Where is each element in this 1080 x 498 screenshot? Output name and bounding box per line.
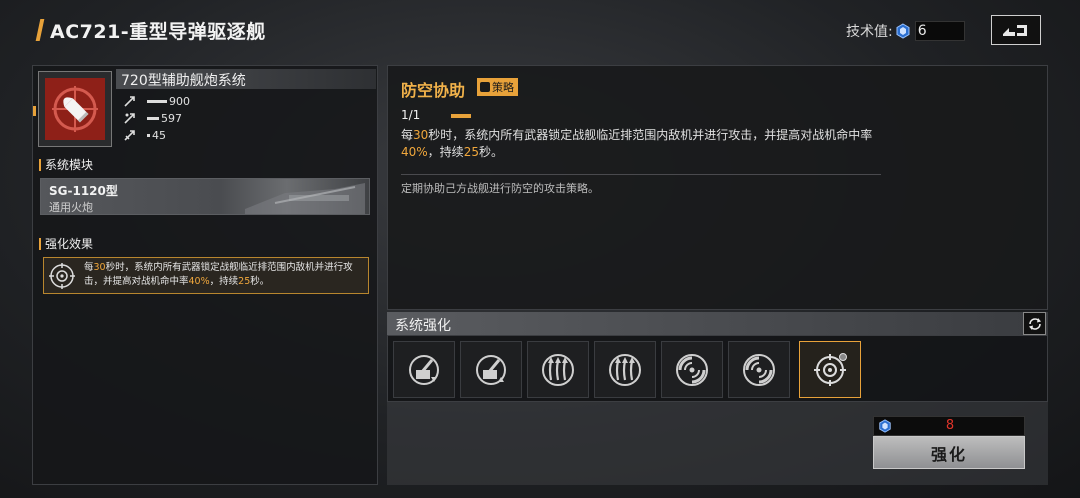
triple-arrow-icon: [542, 353, 574, 386]
target-reticle-icon: [814, 352, 847, 386]
effects-heading: 强化效果: [39, 235, 93, 252]
effect-description: 每30秒时，系统内所有武器锁定战舰临近排范围内敌机并进行攻击，并提高对战机命中率…: [84, 261, 366, 289]
upgrade-button-label: 强化: [930, 444, 967, 464]
module-name: SG-1120型: [49, 184, 118, 198]
module-type: 通用火炮: [49, 201, 93, 214]
enhance-title: 系统强化: [395, 318, 451, 334]
effect-highlight: 25: [238, 276, 251, 287]
stat-bar: [147, 99, 167, 103]
refresh-icon: [1028, 317, 1041, 330]
weapon-name-bar: 720型辅助舰炮系统: [116, 69, 376, 89]
damage-icon: [124, 96, 135, 107]
skill-tag-badge: 策略: [477, 78, 518, 96]
skill-text: 秒时，系统内所有武器锁定战舰临近排范围内敌机并进行攻击，并提高对战机命中率: [428, 128, 873, 142]
skill-title: 防空协助: [401, 81, 466, 100]
weapon-thumbnail[interactable]: [33, 71, 112, 147]
stat-bar: [147, 116, 159, 120]
stat-row-rate: 45: [123, 127, 166, 143]
upgrade-cost-box: 8: [873, 416, 1025, 436]
skill-text: ，持续: [427, 145, 464, 159]
radar-spin-icon: [743, 353, 775, 386]
skill-tag-label: 策略: [492, 81, 514, 94]
stat-value: 45: [152, 128, 166, 142]
heading-accent: [39, 158, 41, 171]
upgrade-button[interactable]: 强化: [873, 436, 1025, 469]
effect-text: 秒。: [250, 276, 270, 287]
upgrade-cost: 8: [945, 418, 955, 433]
enhance-slot-7[interactable]: [799, 341, 861, 398]
skill-text: 秒。: [478, 145, 503, 159]
page-title-group: AC721-重型导弹驱逐舰: [35, 16, 266, 44]
weapon-info-panel: 720型辅助舰炮系统 900 597 45 系统模块 SG-1120型 通用火炮…: [32, 65, 378, 485]
skill-description: 每30秒时，系统内所有武器锁定战舰临近排范围内敌机并进行攻击，并提高对战机命中率…: [401, 127, 881, 161]
page-title: AC721-重型导弹驱逐舰: [50, 20, 266, 43]
tech-value-box: 6: [914, 21, 965, 41]
skill-level: 1/1: [401, 108, 421, 122]
refresh-button[interactable]: [1023, 312, 1046, 335]
enhance-slot-5[interactable]: [661, 341, 723, 398]
weapon-name: 720型辅助舰炮系统: [121, 73, 246, 89]
effect-text: 每: [84, 262, 94, 273]
enhance-slots: [387, 335, 1048, 402]
return-arrow-icon: [1003, 25, 1027, 36]
tech-value: 6: [917, 23, 927, 39]
module-card[interactable]: SG-1120型 通用火炮: [40, 178, 370, 215]
level-indicator: [451, 114, 471, 118]
target-reticle-icon: [49, 263, 75, 289]
triple-arrow-icon: [609, 353, 641, 386]
divider: [401, 174, 881, 175]
shell-icon: [52, 86, 98, 132]
range-icon: [124, 113, 135, 124]
enhance-slot-3[interactable]: [527, 341, 589, 398]
back-button[interactable]: [991, 15, 1041, 45]
skill-highlight: 30: [413, 128, 429, 142]
modules-heading-label: 系统模块: [45, 158, 94, 172]
heading-accent: [39, 237, 41, 250]
effect-highlight: 30: [93, 262, 106, 273]
modules-heading: 系统模块: [39, 156, 93, 173]
strategy-icon: [480, 82, 490, 92]
rate-icon: [124, 130, 135, 141]
skill-highlight: 25: [463, 145, 479, 159]
stat-value: 597: [161, 111, 182, 125]
stat-row-range: 597: [123, 110, 182, 126]
effect-text: ，持续: [209, 276, 239, 287]
turret-up-icon: [476, 354, 506, 385]
enhance-slot-6[interactable]: [728, 341, 790, 398]
enhance-slot-1[interactable]: [393, 341, 455, 398]
turret-down-icon: [409, 354, 439, 385]
stat-bar: [147, 133, 150, 137]
radar-spin-icon: [676, 353, 708, 386]
stat-row-damage: 900: [123, 93, 190, 109]
skill-text: 每: [401, 128, 414, 142]
tech-value-display: 技术值: 6: [846, 20, 965, 42]
tech-gem-icon: [896, 23, 910, 39]
effect-highlight: 40%: [188, 276, 210, 287]
tech-value-label: 技术值:: [846, 24, 893, 40]
stat-value: 900: [169, 94, 190, 108]
enhance-slot-2[interactable]: [460, 341, 522, 398]
enhance-slot-4[interactable]: [594, 341, 656, 398]
gun-silhouette-icon: [245, 183, 365, 214]
skill-flavor-text: 定期协助己方战舰进行防空的攻击策略。: [401, 182, 599, 195]
weapon-thumbnail-bg: [45, 78, 105, 140]
effects-heading-label: 强化效果: [45, 237, 94, 251]
title-accent-bar: [35, 19, 45, 41]
selection-tick: [33, 106, 36, 116]
enhance-header: 系统强化: [387, 312, 1048, 335]
effect-card: 每30秒时，系统内所有武器锁定战舰临近排范围内敌机并进行攻击，并提高对战机命中率…: [43, 257, 369, 294]
skill-highlight: 40%: [401, 145, 428, 159]
skill-detail-panel: 防空协助 策略 1/1 每30秒时，系统内所有武器锁定战舰临近排范围内敌机并进行…: [387, 65, 1048, 310]
